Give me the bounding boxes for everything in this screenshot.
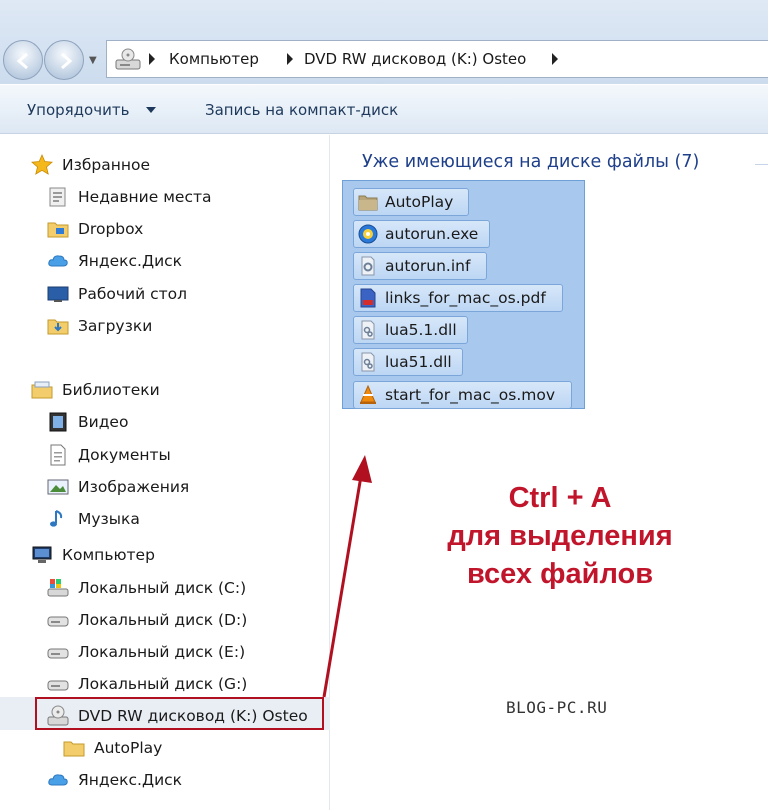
annotation-line-2: для выделения [447,520,673,552]
annotation-line-3: всех файлов [466,558,654,590]
watermark: BLOG-PC.RU [506,698,608,717]
annotation-text: Ctrl + A для выделения всех файлов [420,479,700,593]
annotation-arrow [322,455,372,698]
annotation-line-1: Ctrl + A [508,482,612,514]
